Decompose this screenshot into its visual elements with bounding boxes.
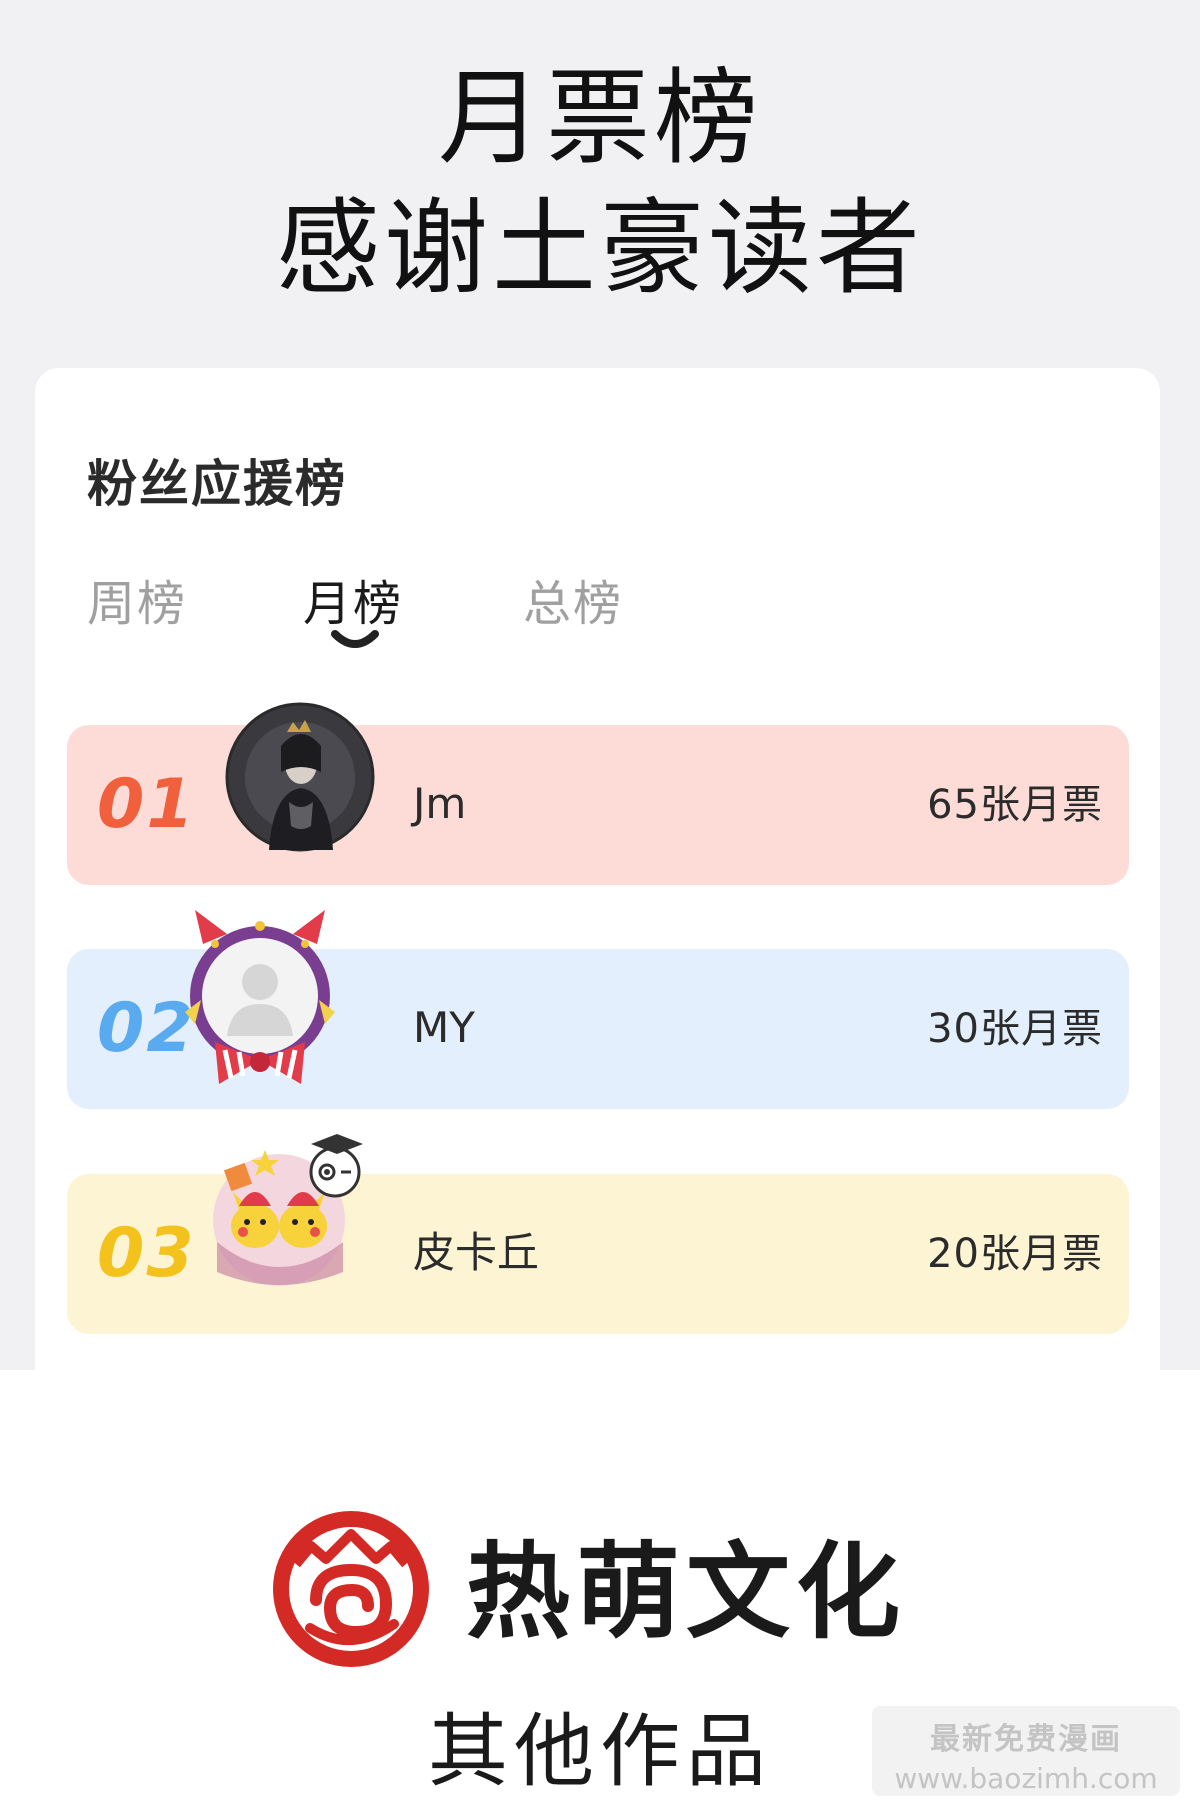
fan-support-card: 粉丝应援榜 周榜 月榜 总榜 01 Jm 65张月票 02 MY 30张月票 0… bbox=[35, 368, 1160, 1370]
card-title: 粉丝应援榜 bbox=[87, 455, 347, 513]
active-tab-indicator bbox=[331, 630, 379, 648]
ticket-count: 65张月票 bbox=[927, 782, 1103, 828]
tab-total[interactable]: 总榜 bbox=[523, 564, 623, 634]
tab-weekly[interactable]: 周榜 bbox=[87, 564, 187, 634]
avatar-my[interactable] bbox=[175, 904, 345, 1090]
tab-monthly[interactable]: 月榜 bbox=[303, 564, 403, 634]
avatar-jm[interactable] bbox=[225, 702, 375, 852]
fan-name: 皮卡丘 bbox=[413, 1228, 540, 1277]
watermark-url: www.baozimh.com bbox=[894, 1762, 1158, 1795]
brand-logo bbox=[273, 1511, 429, 1667]
ticket-count: 20张月票 bbox=[927, 1231, 1103, 1277]
header-area: 月票榜 感谢土豪读者 粉丝应援榜 周榜 月榜 总榜 01 Jm 65张月票 02… bbox=[0, 0, 1200, 1370]
headline-thanks: 感谢土豪读者 bbox=[275, 187, 924, 309]
fan-name: MY bbox=[413, 1003, 475, 1052]
brand-name: 热萌文化 bbox=[466, 1531, 907, 1653]
watermark-text: 最新免费漫画 bbox=[930, 1722, 1122, 1757]
rank-number: 01 bbox=[97, 765, 196, 844]
page: 月票榜 感谢土豪读者 粉丝应援榜 周榜 月榜 总榜 01 Jm 65张月票 02… bbox=[0, 0, 1200, 1812]
fan-name: Jm bbox=[413, 779, 467, 828]
headline-monthly-ticket: 月票榜 bbox=[437, 57, 762, 179]
ticket-count: 30张月票 bbox=[927, 1006, 1103, 1052]
avatar-pikachu[interactable] bbox=[203, 1122, 373, 1292]
watermark: 最新免费漫画 www.baozimh.com bbox=[872, 1706, 1180, 1796]
rank-number: 03 bbox=[97, 1214, 196, 1293]
